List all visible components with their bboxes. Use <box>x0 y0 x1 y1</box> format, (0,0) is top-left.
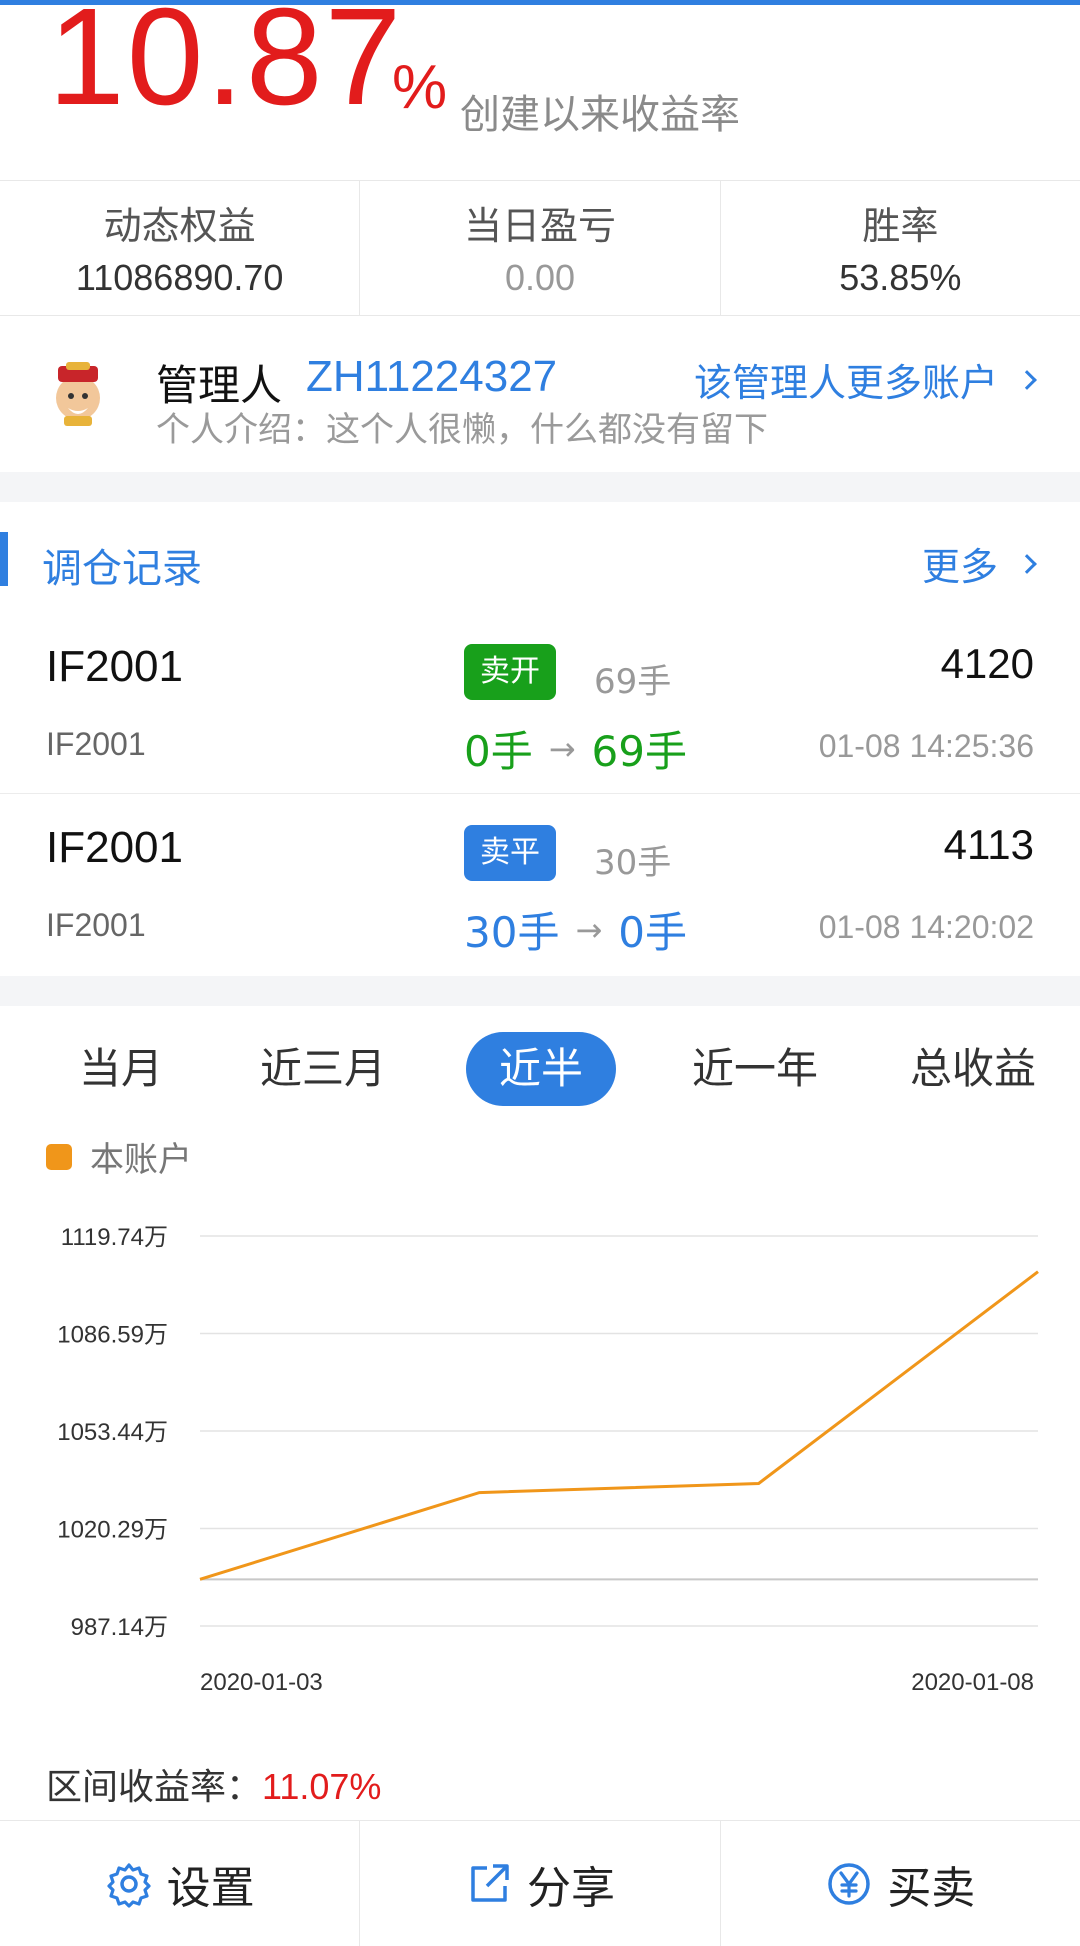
record-symbol: IF2001 <box>46 823 183 872</box>
manager-section: 管理人 ZH11224327 个人介绍：这个人很懒，什么都没有留下 该管理人更多… <box>0 316 1080 472</box>
stat-dynamic-equity: 动态权益 11086890.70 <box>0 181 361 315</box>
record-quantity: 69手 <box>594 662 672 702</box>
manager-id[interactable]: ZH11224327 <box>306 352 557 402</box>
share-label: 分享 <box>526 1862 615 1914</box>
records-title: 调仓记录 <box>42 546 202 592</box>
position-change: 0手 → 69手 <box>464 718 687 779</box>
x-start-label: 2020-01-03 <box>200 1669 323 1696</box>
stat-label: 胜率 <box>862 204 939 248</box>
return-header: 10.87 % 创建以来收益率 <box>0 0 1080 180</box>
tab-three-months[interactable]: 近三月 <box>258 1032 388 1106</box>
position-from: 0手 <box>464 727 533 776</box>
position-to: 69手 <box>591 727 687 776</box>
return-unit: % <box>392 53 448 122</box>
share-button[interactable]: 分享 <box>360 1821 721 1946</box>
equity-line-chart: 1119.74万 1086.59万 1053.44万 1020.29万 987.14万 2… <box>57 1224 1039 1696</box>
return-label: 创建以来收益率 <box>460 92 740 138</box>
tab-one-year[interactable]: 近一年 <box>690 1032 820 1106</box>
bottom-action-bar: 设置 分享 买卖 <box>0 1820 1080 1946</box>
position-to: 0手 <box>618 908 687 957</box>
settings-button[interactable]: 设置 <box>0 1821 361 1946</box>
record-symbol: IF2001 <box>46 642 183 691</box>
record-row[interactable]: IF2001 IF2001 卖开 69手 4120 0手 → 69手 01-08… <box>0 614 1080 794</box>
record-quantity: 30手 <box>594 843 672 883</box>
stat-value: 53.85% <box>839 257 962 298</box>
records-more-link[interactable]: 更多 <box>921 536 1037 591</box>
arrow-right-icon: → <box>575 910 603 949</box>
records-more-label: 更多 <box>921 545 998 589</box>
chevron-right-icon <box>1017 369 1037 390</box>
section-divider <box>0 472 1080 502</box>
trade-button[interactable]: 买卖 <box>721 1821 1080 1946</box>
records-header: 调仓记录 更多 <box>0 502 1080 614</box>
gear-icon <box>107 1862 151 1908</box>
action-badge: 卖开 <box>464 644 556 700</box>
y-tick-label: 1086.59万 <box>57 1322 168 1349</box>
yen-icon <box>828 1862 871 1905</box>
stat-value: 0.00 <box>504 257 576 298</box>
trade-label: 买卖 <box>887 1862 976 1914</box>
stats-panel: 动态权益 11086890.70 当日盈亏 0.00 胜率 53.85% <box>0 180 1080 316</box>
x-end-label: 2020-01-08 <box>911 1669 1034 1696</box>
stat-value: 11086890.70 <box>75 257 284 298</box>
record-row[interactable]: IF2001 IF2001 卖平 30手 4113 30手 → 0手 01-08… <box>0 795 1080 975</box>
stat-label: 动态权益 <box>103 204 256 248</box>
series-line <box>199 1270 1039 1581</box>
position-from: 30手 <box>464 908 560 957</box>
stat-label: 当日盈亏 <box>463 204 616 248</box>
interval-return: 区间收益率：11.07% <box>46 1758 381 1810</box>
section-marker <box>0 532 8 586</box>
action-badge: 卖平 <box>464 825 556 881</box>
position-records: 调仓记录 更多 IF2001 IF2001 卖开 69手 4120 0手 → 6… <box>0 502 1080 976</box>
record-price: 4120 <box>940 640 1034 687</box>
record-time: 01-08 14:25:36 <box>818 728 1034 764</box>
record-symbol-sub: IF2001 <box>46 726 146 762</box>
y-tick-label: 1053.44万 <box>57 1419 168 1446</box>
chevron-right-icon <box>1017 553 1037 574</box>
y-tick-label: 1020.29万 <box>57 1517 168 1544</box>
manager-more-accounts-link[interactable]: 该管理人更多账户 <box>693 352 1037 407</box>
position-change: 30手 → 0手 <box>464 899 687 960</box>
record-time: 01-08 14:20:02 <box>818 909 1034 945</box>
record-symbol-sub: IF2001 <box>46 907 146 943</box>
y-tick-label: 1119.74万 <box>61 1224 168 1251</box>
god-of-wealth-icon <box>56 362 100 426</box>
interval-return-value: 11.07% <box>262 1766 382 1807</box>
legend-label: 本账户 <box>90 1140 192 1180</box>
tab-half-year[interactable]: 近半年 <box>466 1032 616 1167</box>
settings-label: 设置 <box>166 1862 255 1914</box>
record-price: 4113 <box>943 821 1034 868</box>
manager-avatar[interactable] <box>44 360 112 428</box>
period-tabs: 当月 近三月 近半年 近一年 总收益 <box>0 1006 1080 1167</box>
return-value: 10.87 <box>48 0 404 134</box>
tab-total-return[interactable]: 总收益 <box>908 1032 1038 1106</box>
stat-daily-pnl: 当日盈亏 0.00 <box>360 181 721 315</box>
interval-return-label: 区间收益率： <box>46 1767 263 1808</box>
tab-month[interactable]: 当月 <box>66 1032 176 1106</box>
y-tick-label: 987.14万 <box>71 1614 168 1641</box>
share-icon <box>471 1863 509 1902</box>
manager-intro: 个人介绍：这个人很懒，什么都没有留下 <box>156 410 768 450</box>
arrow-right-icon: → <box>548 729 576 768</box>
legend-swatch <box>46 1143 72 1170</box>
stat-win-rate: 胜率 53.85% <box>721 181 1080 315</box>
chart-legend: 本账户 <box>46 1132 192 1181</box>
section-divider <box>0 976 1080 1006</box>
manager-more-label: 该管理人更多账户 <box>693 361 998 405</box>
